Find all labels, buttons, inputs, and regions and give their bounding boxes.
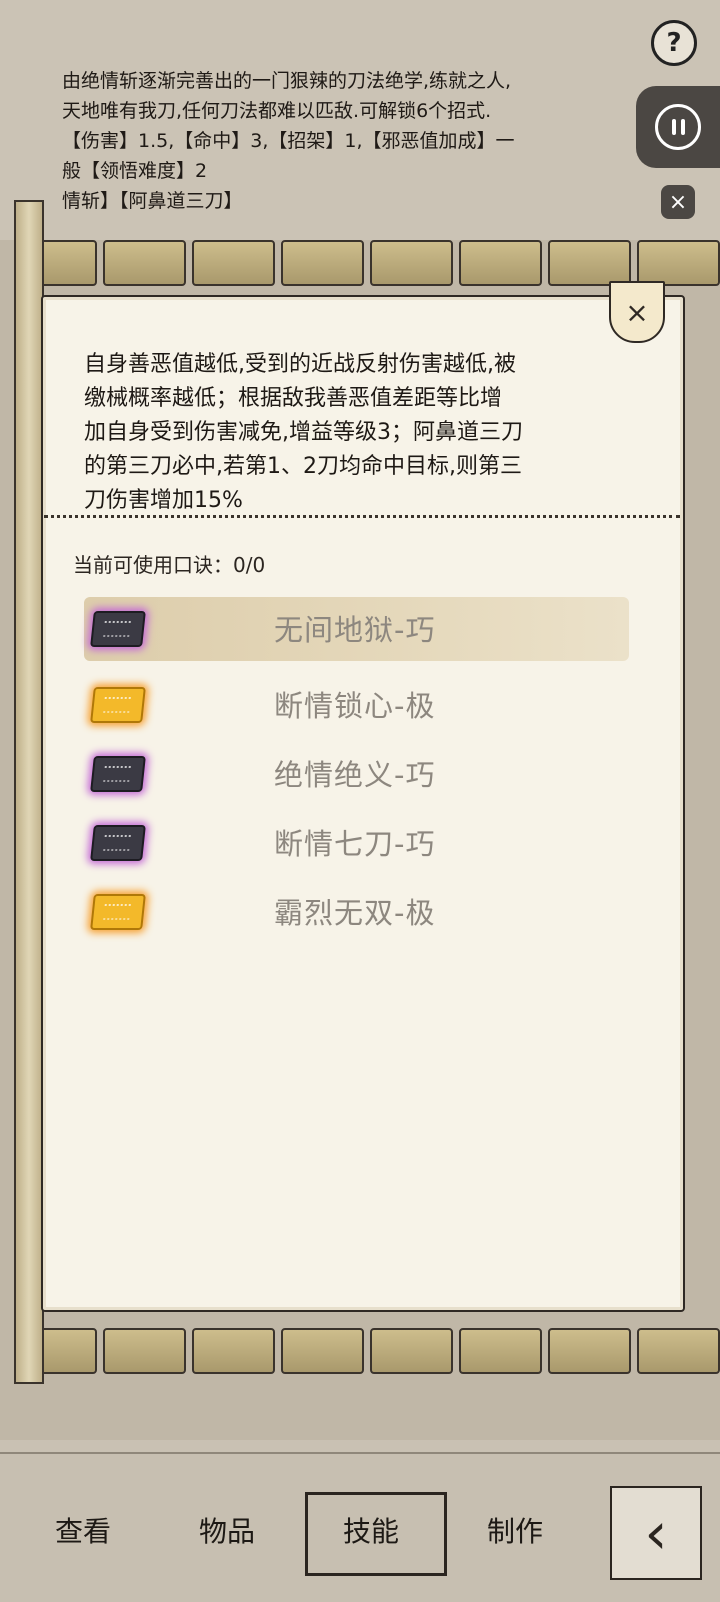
close-button[interactable]: × xyxy=(661,185,695,219)
dotted-divider xyxy=(44,515,680,518)
back-button[interactable]: ‹ xyxy=(610,1486,702,1580)
skill-item-0[interactable]: 无间地狱-巧 xyxy=(84,597,629,661)
skill-info-line: 情斩】【阿鼻道三刀】 xyxy=(62,190,243,212)
skill-item-3[interactable]: 断情七刀-巧 xyxy=(84,811,624,871)
book-icon xyxy=(90,611,146,647)
book-icon xyxy=(90,894,146,930)
tab-items[interactable]: 物品 xyxy=(199,1510,255,1550)
description-line: 自身善恶值越低,受到的近战反射伤害越低,被 xyxy=(84,352,516,377)
help-button[interactable]: ? xyxy=(651,20,697,66)
skill-info-line: 般【领悟难度】2 xyxy=(62,160,208,182)
tab-view[interactable]: 查看 xyxy=(55,1510,111,1550)
skill-info-line: 【伤害】1.5,【命中】3,【招架】1,【邪恶值加成】一 xyxy=(62,130,515,152)
tab-skills[interactable]: 技能 xyxy=(343,1510,399,1550)
skill-info-text: 由绝情斩逐渐完善出的一门狠辣的刀法绝学,练就之人, 天地唯有我刀,任何刀法都难以… xyxy=(62,66,662,216)
close-icon: × xyxy=(668,189,688,215)
skill-info-line: 天地唯有我刀,任何刀法都难以匹敌.可解锁6个招式. xyxy=(62,100,492,122)
book-icon xyxy=(90,687,146,723)
available-formula-count: 当前可使用口诀：0/0 xyxy=(73,553,266,577)
book-icon xyxy=(90,756,146,792)
skill-name: 断情锁心-极 xyxy=(274,689,436,723)
skill-name: 绝情绝义-巧 xyxy=(274,758,436,792)
panel-close-button[interactable]: × xyxy=(609,281,665,343)
skill-description: 自身善恶值越低,受到的近战反射伤害越低,被 缴械概率越低；根据敌我善恶值差距等比… xyxy=(84,348,644,518)
scroll-bottom-rollers xyxy=(14,1328,720,1374)
description-line: 缴械概率越低；根据敌我善恶值差距等比增 xyxy=(84,386,503,411)
skill-item-2[interactable]: 绝情绝义-巧 xyxy=(84,742,624,802)
skill-item-4[interactable]: 霸烈无双-极 xyxy=(84,880,624,940)
question-icon: ? xyxy=(666,28,682,58)
tab-craft[interactable]: 制作 xyxy=(487,1510,543,1550)
skill-name: 霸烈无双-极 xyxy=(274,896,436,930)
description-line: 刀伤害增加15% xyxy=(84,488,243,513)
pause-button[interactable] xyxy=(636,86,720,168)
skill-item-1[interactable]: 断情锁心-极 xyxy=(84,673,624,733)
pause-icon xyxy=(655,104,701,150)
skill-name: 断情七刀-巧 xyxy=(274,827,436,861)
book-icon xyxy=(90,825,146,861)
skill-name: 无间地狱-巧 xyxy=(274,613,436,647)
description-line: 的第三刀必中,若第1、2刀均命中目标,则第三 xyxy=(84,454,522,479)
back-arrow-icon: ‹ xyxy=(644,1499,668,1567)
skill-info-line: 由绝情斩逐渐完善出的一门狠辣的刀法绝学,练就之人, xyxy=(62,70,512,92)
scroll-left-roll xyxy=(14,200,44,1384)
scroll-top-rollers xyxy=(14,240,720,286)
close-icon: × xyxy=(625,295,649,329)
description-line: 加自身受到伤害减免,增益等级3；阿鼻道三刀 xyxy=(84,420,523,445)
